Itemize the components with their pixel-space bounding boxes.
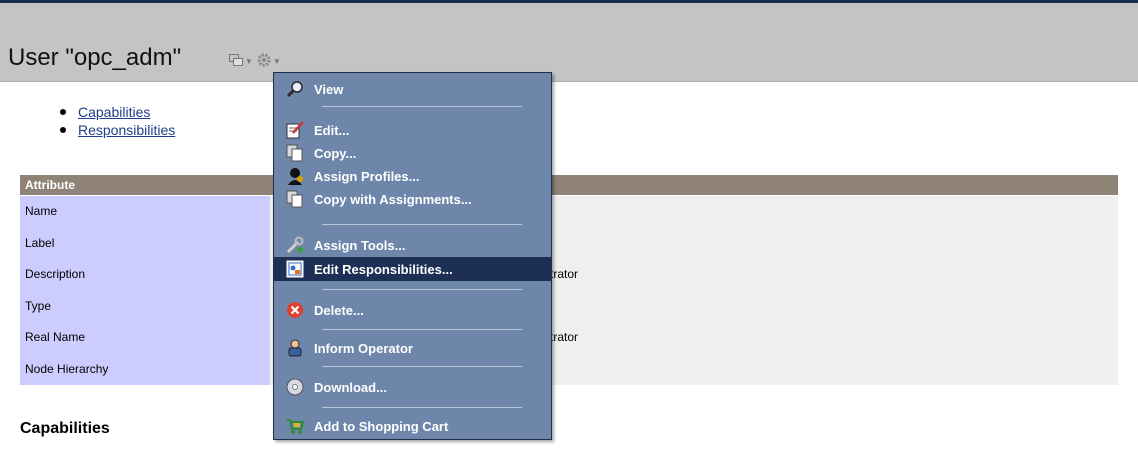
responsibilities-icon bbox=[286, 260, 304, 278]
table-row: Label bbox=[20, 227, 1118, 259]
menu-item-label: Copy... bbox=[314, 145, 357, 161]
edit-icon bbox=[286, 121, 304, 139]
menu-item-label: Assign Profiles... bbox=[314, 168, 420, 184]
attr-name: Label bbox=[20, 227, 270, 259]
delete-icon bbox=[286, 301, 304, 319]
table-row: Type bbox=[20, 290, 1118, 322]
menu-item-delete[interactable]: Delete... bbox=[274, 298, 551, 322]
menu-separator bbox=[322, 224, 522, 225]
attr-name: Type bbox=[20, 290, 270, 322]
magnifier-icon bbox=[286, 80, 304, 98]
menu-item-view[interactable]: View bbox=[274, 77, 551, 101]
cart-icon bbox=[286, 417, 305, 435]
attr-name: Node Hierarchy bbox=[20, 353, 270, 385]
context-menu: View Edit... Copy... Assign Profiles... … bbox=[273, 72, 552, 440]
bullet-icon bbox=[60, 109, 66, 115]
menu-item-assign-tools[interactable]: Assign Tools... bbox=[274, 233, 551, 257]
menu-item-download[interactable]: Download... bbox=[274, 375, 551, 399]
attr-name: Real Name bbox=[20, 322, 270, 354]
bullet-icon bbox=[60, 127, 66, 133]
menu-separator bbox=[322, 289, 522, 290]
menu-item-edit-responsibilities[interactable]: Edit Responsibilities... bbox=[274, 257, 551, 281]
menu-item-label: Download... bbox=[314, 379, 387, 395]
menu-item-label: View bbox=[314, 81, 344, 97]
responsibilities-link[interactable]: Responsibilities bbox=[78, 122, 175, 138]
menu-separator bbox=[322, 106, 522, 107]
table-row: Real Name trator bbox=[20, 322, 1118, 354]
attr-name: Description bbox=[20, 259, 270, 291]
attr-name: Name bbox=[20, 196, 270, 228]
capabilities-heading: Capabilities bbox=[20, 420, 110, 437]
menu-item-copy-with-assignments[interactable]: Copy with Assignments... bbox=[274, 187, 551, 211]
profile-icon bbox=[286, 167, 304, 185]
chevron-down-icon[interactable]: ▼ bbox=[273, 57, 281, 66]
chevron-down-icon[interactable]: ▼ bbox=[245, 57, 253, 66]
page-title: User "opc_adm" bbox=[8, 44, 182, 71]
menu-separator bbox=[322, 407, 522, 408]
attributes-table: Attribute Name Label Description trator … bbox=[20, 175, 1118, 385]
operator-icon bbox=[286, 339, 304, 357]
gear-icon[interactable] bbox=[257, 53, 271, 70]
table-header-attribute: Attribute bbox=[20, 175, 1118, 196]
section-links: Capabilities Responsibilities bbox=[60, 103, 175, 139]
download-icon bbox=[286, 378, 304, 396]
menu-item-copy[interactable]: Copy... bbox=[274, 141, 551, 165]
tools-icon bbox=[286, 236, 304, 254]
menu-item-label: Edit Responsibilities... bbox=[314, 261, 453, 277]
menu-item-edit[interactable]: Edit... bbox=[274, 118, 551, 142]
menu-item-label: Add to Shopping Cart bbox=[314, 418, 449, 434]
capabilities-link[interactable]: Capabilities bbox=[78, 104, 150, 120]
menu-item-label: Assign Tools... bbox=[314, 237, 406, 253]
menu-item-add-to-shopping-cart[interactable]: Add to Shopping Cart bbox=[274, 414, 551, 438]
copy-icon bbox=[286, 190, 304, 208]
table-row: Description trator bbox=[20, 259, 1118, 291]
copy-icon bbox=[286, 144, 304, 162]
list-item: Capabilities bbox=[60, 103, 175, 121]
window-icon[interactable] bbox=[229, 53, 243, 69]
table-row: Node Hierarchy bbox=[20, 353, 1118, 385]
menu-item-label: Delete... bbox=[314, 302, 364, 318]
title-band: User "opc_adm" ▼ ▼ bbox=[0, 3, 1138, 82]
menu-item-label: Inform Operator bbox=[314, 340, 413, 356]
list-item: Responsibilities bbox=[60, 121, 175, 139]
menu-separator bbox=[322, 366, 522, 367]
menu-item-assign-profiles[interactable]: Assign Profiles... bbox=[274, 164, 551, 188]
menu-item-label: Edit... bbox=[314, 122, 350, 138]
menu-item-inform-operator[interactable]: Inform Operator bbox=[274, 336, 551, 360]
menu-item-label: Copy with Assignments... bbox=[314, 191, 472, 207]
menu-separator bbox=[322, 329, 522, 330]
title-icons: ▼ ▼ bbox=[229, 53, 285, 69]
table-row: Name bbox=[20, 196, 1118, 228]
